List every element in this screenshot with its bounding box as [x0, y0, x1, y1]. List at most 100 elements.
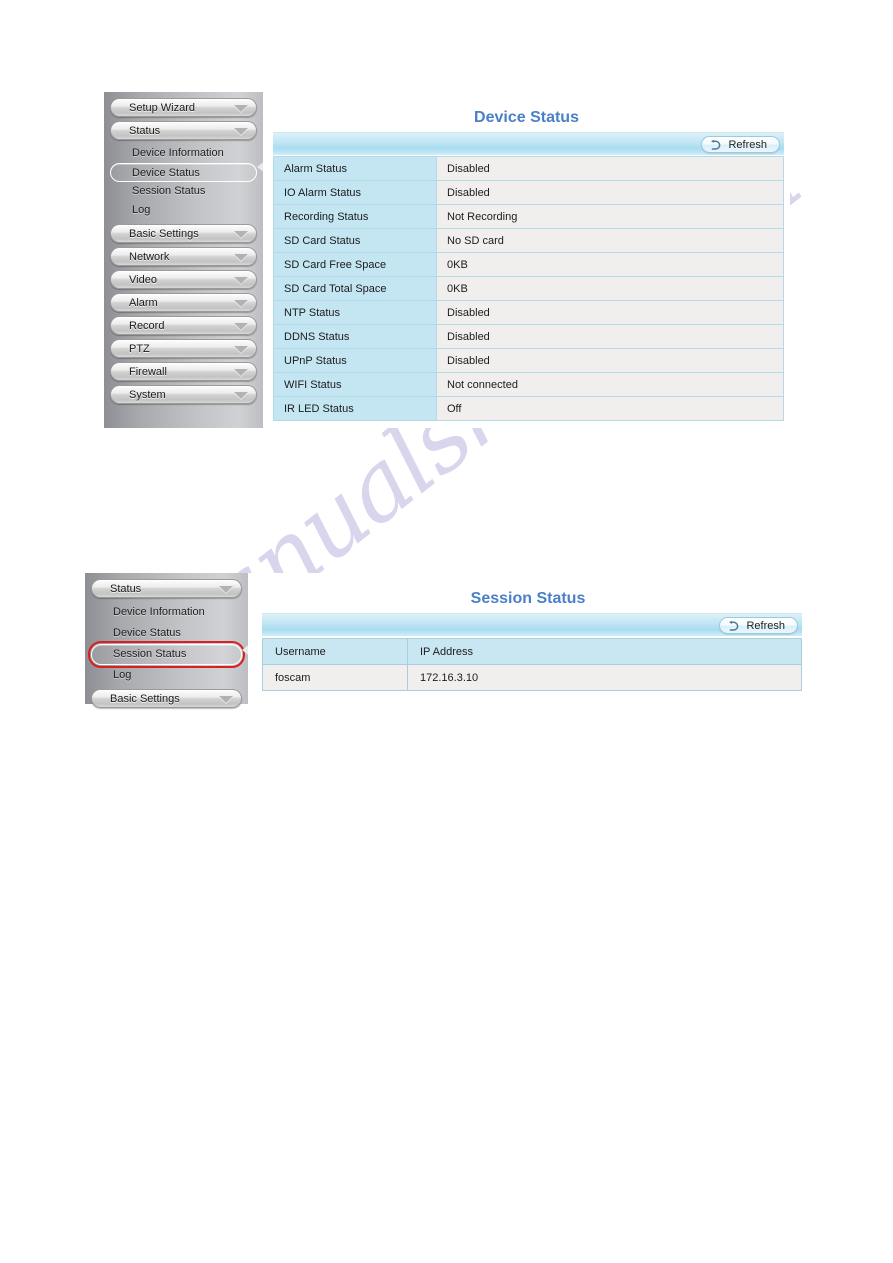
table-row: DDNS Status Disabled	[273, 324, 784, 349]
row-key: Alarm Status	[273, 156, 437, 181]
menu-video[interactable]: Video	[110, 270, 257, 289]
menu-network[interactable]: Network	[110, 247, 257, 266]
menu-system[interactable]: System	[110, 385, 257, 404]
row-key: SD Card Total Space	[273, 276, 437, 301]
sidebar-item-device-information[interactable]: Device Information	[110, 144, 257, 163]
device-status-sidebar: Setup Wizard Status Device Information D…	[104, 92, 266, 428]
row-key: IR LED Status	[273, 396, 437, 421]
menu-status[interactable]: Status	[110, 121, 257, 140]
column-header-username: Username	[262, 638, 408, 665]
sidebar-item-device-status[interactable]: Device Status	[91, 623, 242, 644]
chevron-down-icon	[234, 104, 248, 112]
row-key: Recording Status	[273, 204, 437, 229]
row-value: Disabled	[436, 348, 784, 373]
menu-status-label: Status	[110, 583, 142, 595]
menu-status-label: Status	[129, 125, 161, 137]
table-row: Alarm Status Disabled	[273, 156, 784, 181]
refresh-button[interactable]: Refresh	[719, 617, 798, 634]
row-key: SD Card Status	[273, 228, 437, 253]
sidebar-item-session-status[interactable]: Session Status	[110, 182, 257, 201]
table-row: NTP Status Disabled	[273, 300, 784, 325]
table-row: foscam 172.16.3.10	[262, 664, 802, 691]
chevron-down-icon	[219, 585, 233, 593]
device-status-screenshot: Setup Wizard Status Device Information D…	[104, 92, 790, 428]
menu-status[interactable]: Status	[91, 579, 242, 598]
table-row: WIFI Status Not connected	[273, 372, 784, 397]
row-value: 0KB	[436, 276, 784, 301]
row-value: Disabled	[436, 156, 784, 181]
menu-setup-wizard-label: Setup Wizard	[129, 102, 196, 114]
row-key: WIFI Status	[273, 372, 437, 397]
row-value: Not Recording	[436, 204, 784, 229]
refresh-button-label: Refresh	[746, 620, 785, 632]
menu-basic-settings[interactable]: Basic Settings	[91, 689, 242, 708]
menu-alarm[interactable]: Alarm	[110, 293, 257, 312]
sidebar-item-log-label: Log	[132, 204, 151, 216]
menu-firewall[interactable]: Firewall	[110, 362, 257, 381]
sidebar-item-device-status-label: Device Status	[132, 167, 200, 179]
refresh-arrow-icon	[729, 620, 739, 631]
menu-basic-settings-label: Basic Settings	[110, 693, 180, 705]
chevron-down-icon	[234, 230, 248, 238]
table-row: IR LED Status Off	[273, 396, 784, 421]
sidebar-item-log[interactable]: Log	[110, 201, 257, 220]
session-status-toolbar: Refresh	[262, 613, 802, 636]
chevron-down-icon	[219, 695, 233, 703]
row-value: Disabled	[436, 300, 784, 325]
menu-basic-settings[interactable]: Basic Settings	[110, 224, 257, 243]
chevron-down-icon	[234, 345, 248, 353]
chevron-down-icon	[234, 127, 248, 135]
menu-firewall-label: Firewall	[129, 366, 167, 378]
chevron-down-icon	[234, 322, 248, 330]
table-row: UPnP Status Disabled	[273, 348, 784, 373]
refresh-button-label: Refresh	[728, 139, 767, 151]
row-value: Disabled	[436, 180, 784, 205]
table-row: SD Card Status No SD card	[273, 228, 784, 253]
page-title: Device Status	[474, 109, 579, 126]
device-status-table-wrap: Alarm Status Disabled IO Alarm Status Di…	[273, 156, 784, 421]
device-status-content: Device Status Refresh Alarm Status Disab…	[263, 92, 790, 428]
menu-basic-settings-label: Basic Settings	[129, 228, 199, 240]
sidebar-item-device-information[interactable]: Device Information	[91, 602, 242, 623]
row-key: IO Alarm Status	[273, 180, 437, 205]
column-header-ip-address: IP Address	[407, 638, 802, 665]
session-status-sidebar: Status Device Information Device Status …	[85, 573, 251, 708]
table-header-row: Username IP Address	[262, 638, 802, 665]
table-row: Recording Status Not Recording	[273, 204, 784, 229]
chevron-down-icon	[234, 391, 248, 399]
session-table-wrap: Username IP Address foscam 172.16.3.10	[262, 638, 802, 691]
sidebar-item-session-status[interactable]: Session Status	[88, 641, 245, 668]
sidebar-item-device-information-label: Device Information	[113, 606, 205, 618]
menu-system-label: System	[129, 389, 166, 401]
sidebar-item-device-status[interactable]: Device Status	[110, 163, 257, 182]
menu-alarm-label: Alarm	[129, 297, 158, 309]
device-status-toolbar: Refresh	[273, 132, 784, 155]
chevron-down-icon	[234, 276, 248, 284]
row-value: Not connected	[436, 372, 784, 397]
table-row: SD Card Free Space 0KB	[273, 252, 784, 277]
sidebar-item-log-label: Log	[113, 669, 132, 681]
row-value: Off	[436, 396, 784, 421]
session-status-content: Session Status Refresh Username IP Addre…	[248, 573, 808, 704]
menu-record-label: Record	[129, 320, 165, 332]
menu-setup-wizard[interactable]: Setup Wizard	[110, 98, 257, 117]
row-key: DDNS Status	[273, 324, 437, 349]
menu-record[interactable]: Record	[110, 316, 257, 335]
session-status-table: Username IP Address foscam 172.16.3.10	[262, 638, 802, 691]
row-value: 0KB	[436, 252, 784, 277]
device-status-table: Alarm Status Disabled IO Alarm Status Di…	[273, 156, 784, 421]
menu-ptz[interactable]: PTZ	[110, 339, 257, 358]
sidebar-item-log[interactable]: Log	[91, 665, 242, 686]
device-status-table-body: Alarm Status Disabled IO Alarm Status Di…	[273, 156, 784, 421]
row-key: SD Card Free Space	[273, 252, 437, 277]
table-row: SD Card Total Space 0KB	[273, 276, 784, 301]
refresh-button[interactable]: Refresh	[701, 136, 780, 153]
row-key: NTP Status	[273, 300, 437, 325]
row-value: Disabled	[436, 324, 784, 349]
sidebar-item-session-status-label: Session Status	[113, 648, 187, 660]
table-row: IO Alarm Status Disabled	[273, 180, 784, 205]
row-key: UPnP Status	[273, 348, 437, 373]
refresh-arrow-icon	[711, 139, 721, 150]
sidebar-item-device-status-label: Device Status	[113, 627, 181, 639]
cell-username: foscam	[262, 664, 408, 691]
